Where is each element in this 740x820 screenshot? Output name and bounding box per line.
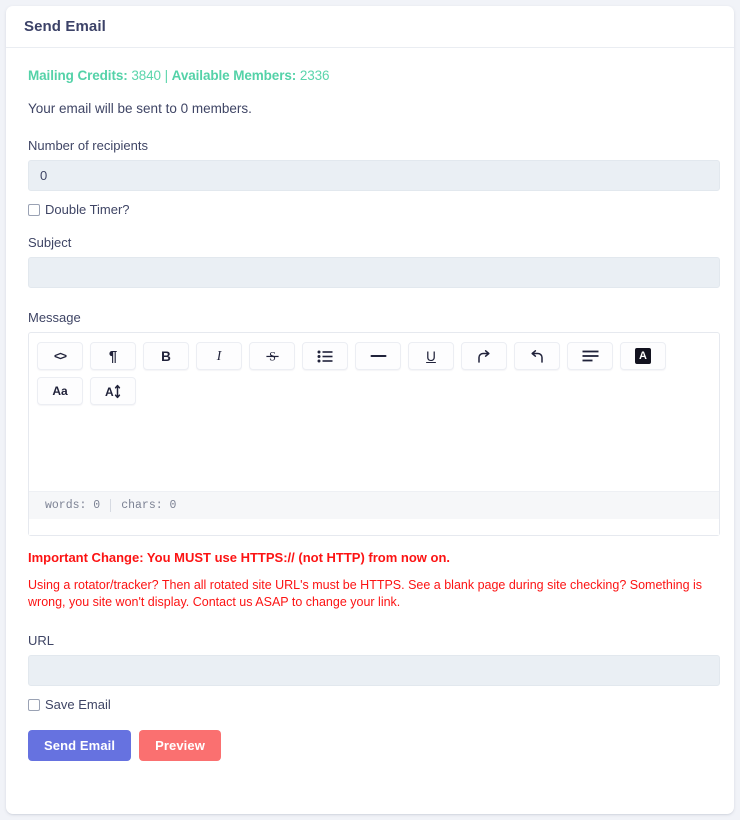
- paragraph-button[interactable]: ¶: [90, 342, 136, 370]
- double-timer-checkbox[interactable]: [28, 203, 40, 216]
- font-size-button[interactable]: A: [90, 377, 136, 405]
- bold-button[interactable]: B: [143, 342, 189, 370]
- editor-status-bar: words: 0 chars: 0: [29, 491, 719, 519]
- send-email-card: Send Email Mailing Credits: 3840 | Avail…: [6, 6, 734, 814]
- font-size-icon: A: [105, 384, 121, 399]
- underline-icon: U: [426, 348, 436, 364]
- send-email-button[interactable]: Send Email: [28, 730, 132, 761]
- undo-button[interactable]: [514, 342, 560, 370]
- save-email-checkbox[interactable]: [28, 698, 40, 711]
- url-label: URL: [28, 633, 55, 648]
- available-members-value: 2336: [296, 68, 330, 83]
- code-icon: <>: [53, 349, 67, 363]
- preview-button[interactable]: Preview: [139, 730, 221, 761]
- save-email-label: Save Email: [45, 697, 111, 712]
- editor-toolbar: <> ¶ B I S: [29, 333, 719, 413]
- action-buttons: Send Email Preview: [28, 730, 716, 761]
- double-timer-row[interactable]: Double Timer?: [28, 202, 716, 217]
- highlight-icon: A: [635, 348, 651, 364]
- warning-headline: Important Change: You MUST use HTTPS:// …: [28, 550, 450, 565]
- strikethrough-icon: S: [265, 349, 279, 363]
- page-title: Send Email: [24, 18, 106, 35]
- pilcrow-icon: ¶: [108, 347, 118, 365]
- card-header: Send Email: [6, 6, 734, 48]
- highlight-button[interactable]: A: [620, 342, 666, 370]
- subject-label: Subject: [28, 235, 72, 250]
- redo-button[interactable]: [461, 342, 507, 370]
- editor-footer: [29, 519, 719, 535]
- message-editor: <> ¶ B I S: [28, 332, 720, 536]
- mailing-credits-label: Mailing Credits:: [28, 68, 128, 83]
- underline-button[interactable]: U: [408, 342, 454, 370]
- align-icon: [582, 350, 598, 362]
- code-button[interactable]: <>: [37, 342, 83, 370]
- italic-icon: I: [216, 348, 222, 363]
- mailing-credits-value: 3840 |: [127, 68, 172, 83]
- available-members-label: Available Members:: [171, 68, 297, 83]
- font-family-button[interactable]: Aa: [37, 377, 83, 405]
- char-count: chars: 0: [121, 499, 177, 512]
- recipients-input[interactable]: [28, 160, 720, 191]
- card-body: Mailing Credits: 3840 | Available Member…: [6, 48, 734, 761]
- word-count: words: 0: [45, 499, 101, 512]
- status-separator: [110, 499, 112, 512]
- bullet-list-button[interactable]: [302, 342, 348, 370]
- font-family-icon: Aa: [52, 384, 68, 398]
- redo-icon: [478, 349, 490, 363]
- url-input[interactable]: [28, 655, 720, 686]
- undo-icon: [531, 349, 543, 363]
- warning-body: Using a rotator/tracker? Then all rotate…: [28, 578, 703, 609]
- horizontal-rule-button[interactable]: [355, 342, 401, 370]
- strikethrough-button[interactable]: S: [249, 342, 295, 370]
- subject-input[interactable]: [28, 257, 720, 288]
- recipients-summary: Your email will be sent to 0 members.: [28, 101, 252, 116]
- bullet-list-icon: [317, 350, 333, 362]
- bold-icon: B: [161, 348, 171, 364]
- italic-button[interactable]: I: [196, 342, 242, 370]
- message-label: Message: [28, 310, 81, 325]
- credits-line: Mailing Credits: 3840 | Available Member…: [28, 68, 716, 83]
- message-body[interactable]: [29, 413, 719, 491]
- double-timer-label: Double Timer?: [45, 202, 130, 217]
- svg-text:A: A: [105, 385, 114, 399]
- recipients-label: Number of recipients: [28, 138, 148, 153]
- horizontal-rule-icon: [370, 355, 386, 357]
- save-email-row[interactable]: Save Email: [28, 697, 716, 712]
- align-button[interactable]: [567, 342, 613, 370]
